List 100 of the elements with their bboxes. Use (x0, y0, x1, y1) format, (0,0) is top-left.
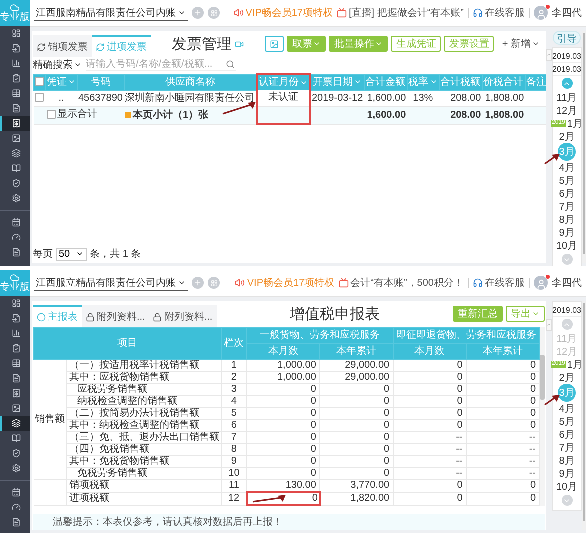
caret-icon (532, 310, 540, 318)
month-item[interactable]: 10月 (556, 239, 578, 252)
table-cell: 12 (222, 492, 247, 505)
table-icon (12, 89, 20, 98)
table-cell: 0 (320, 456, 394, 468)
live-link[interactable]: [直播] 把握做会计“有本账” (337, 6, 464, 20)
avatar[interactable] (534, 276, 548, 290)
month-item[interactable]: 4月 (559, 402, 575, 415)
table-cell: 130.00 (246, 480, 320, 492)
page-title: 发票管理 (172, 34, 232, 54)
table-cell: 其中：纳税检查调整的销售额 (66, 420, 222, 432)
calendar-icon (12, 218, 20, 227)
month-item[interactable]: 2月 (559, 130, 575, 143)
month-item[interactable]: 2月 (559, 371, 575, 384)
page-size-select[interactable]: 50 (56, 248, 88, 260)
image-icon (270, 40, 280, 48)
table-cell: （三）免、抵、退办法出口销售额 (66, 432, 222, 444)
logo-label: 专业版 (0, 13, 30, 23)
table-cell: 0 (466, 420, 540, 432)
support-link[interactable]: 在线客服 (473, 276, 525, 290)
table-cell: 0 (246, 468, 320, 480)
month-item[interactable]: 10月 (556, 480, 578, 493)
period-date[interactable]: 2019.03 (552, 304, 582, 317)
chart-icon (12, 59, 20, 68)
column-header: 即征即退货物、劳务和应税服务 (393, 328, 540, 344)
checkbox[interactable] (35, 93, 44, 102)
table-cell: 1,808.00 (482, 106, 526, 124)
tab[interactable]: 附列资料... (149, 305, 217, 327)
month-item[interactable]: 5月 (559, 415, 575, 428)
guide-button[interactable]: 引导 (553, 31, 581, 45)
table-cell: 1 (222, 360, 247, 372)
row-group-label: 销售额 (34, 360, 67, 480)
refresh-icon (37, 42, 46, 52)
company-select[interactable]: 江西服南精品有限责任公司内账 (34, 6, 188, 20)
table-cell: 0 (320, 384, 394, 396)
month-item[interactable]: 9月 (559, 226, 575, 239)
column-header: 本年累计 (320, 344, 394, 360)
clipboard-icon (12, 344, 20, 353)
support-link[interactable]: 在线客服 (473, 6, 525, 20)
plus-icon (194, 279, 202, 287)
sidebar-item[interactable] (0, 416, 30, 431)
live-link[interactable]: 会计“有本账”，500积分！ (338, 276, 464, 290)
month-item[interactable]: 7月 (559, 200, 575, 213)
search-icon (226, 60, 235, 69)
month-item[interactable]: 4月 (559, 161, 575, 174)
month-item[interactable]: 8月 (559, 213, 575, 226)
gauge-icon (12, 503, 20, 512)
book-icon (12, 434, 20, 443)
file-icon (12, 44, 20, 53)
column-header: 一般货物、劳务和应税服务 (246, 328, 394, 344)
table-cell: 0 (246, 384, 320, 396)
table-cell: 0 (320, 432, 394, 444)
checkbox[interactable] (35, 77, 44, 86)
month-item[interactable]: 1月 (567, 117, 583, 130)
table-cell: 0 (246, 396, 320, 408)
column-header: 价税合计 (482, 74, 526, 90)
column-header: 号码 (78, 74, 124, 90)
month-item[interactable]: 1月 (567, 358, 583, 371)
table-cell: 208.00 (439, 106, 482, 124)
company-select[interactable]: 江西服立精品有限责任公司内账 (34, 276, 188, 290)
arrow-drawing (544, 153, 560, 165)
period-date[interactable]: 2019.03 (552, 50, 582, 63)
document-icon (12, 248, 20, 257)
table-cell: 1,000.00 (246, 360, 320, 372)
headset-icon (473, 8, 483, 18)
table-cell: .. (46, 90, 78, 106)
table-cell: 3 (222, 384, 247, 396)
person-icon (536, 9, 546, 20)
month-item[interactable]: 5月 (559, 174, 575, 187)
caret-icon (532, 40, 540, 48)
table-cell: 0 (466, 396, 540, 408)
column-header: 项目 (34, 328, 222, 360)
table-icon (12, 359, 20, 368)
table-cell: 0 (393, 384, 466, 396)
table-cell: 10 (222, 468, 247, 480)
table-cell: 0 (393, 360, 466, 372)
sidebar-item[interactable] (0, 116, 30, 131)
column-header: 本年累计 (466, 344, 540, 360)
tab[interactable]: 销项发票 (33, 35, 92, 57)
month-item[interactable]: 9月 (559, 467, 575, 480)
shield-icon (12, 179, 20, 188)
show-total-checkbox[interactable]: 显示合计 (46, 108, 98, 120)
search-mode-select[interactable]: 精确搜索 (33, 58, 82, 72)
month-item[interactable]: 8月 (559, 454, 575, 467)
month-item[interactable]: 11月 (556, 91, 578, 104)
tab[interactable]: 附列资料... (82, 305, 150, 327)
pager-label: 条，共 1 条 (90, 248, 142, 261)
month-item[interactable]: 6月 (559, 428, 575, 441)
table-cell: 纳税检查调整的销售额 (66, 396, 222, 408)
tv-icon (337, 8, 347, 18)
period-date[interactable]: 2019.03 (552, 63, 582, 76)
receipt-icon (12, 119, 20, 128)
shield-icon (12, 449, 20, 458)
avatar[interactable] (534, 6, 548, 20)
scrollbar[interactable] (540, 327, 545, 506)
month-item[interactable]: 7月 (559, 441, 575, 454)
settings-icon (12, 194, 20, 203)
month-item[interactable]: 12月 (556, 104, 578, 117)
image-icon (12, 404, 20, 413)
month-item[interactable]: 6月 (559, 187, 575, 200)
